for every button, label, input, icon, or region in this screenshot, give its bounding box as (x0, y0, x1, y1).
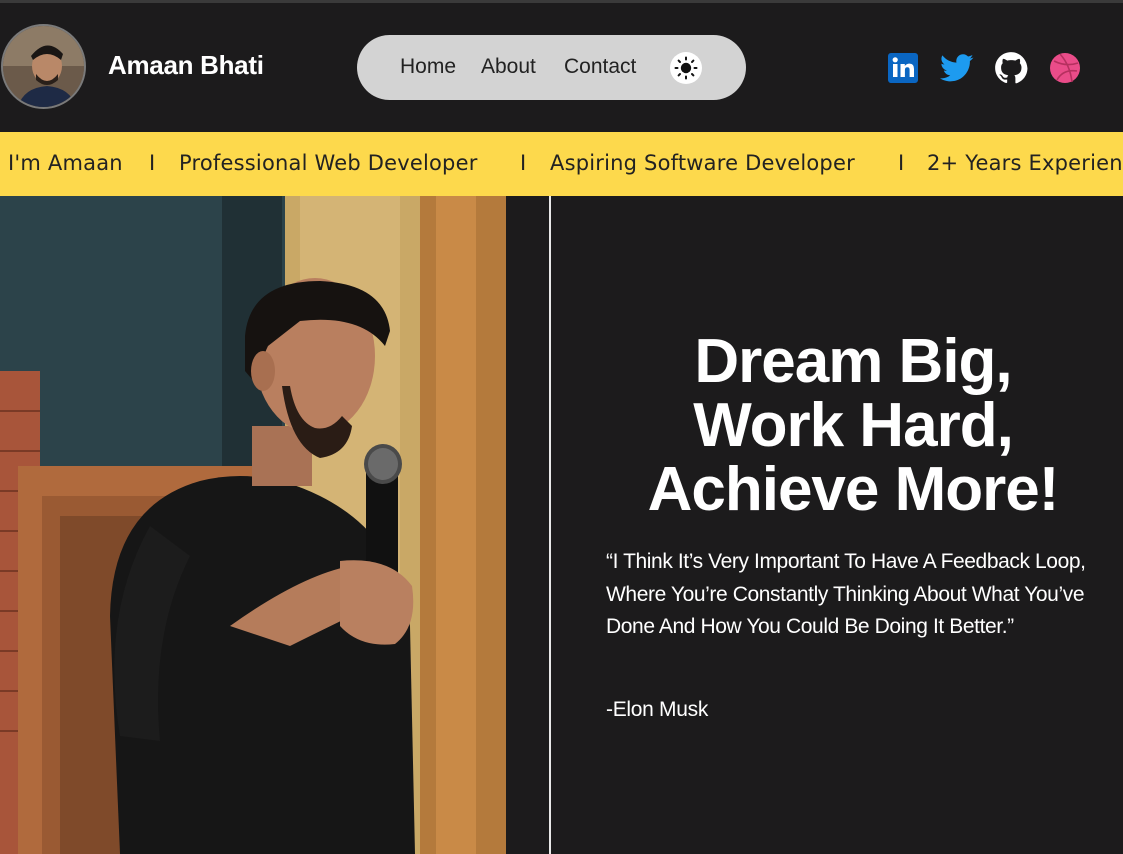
marquee-banner: I'm Amaan I Professional Web Developer I… (0, 132, 1123, 196)
github-icon (995, 52, 1028, 84)
hero-photo (0, 196, 506, 854)
quote-author: -Elon Musk (606, 698, 709, 721)
linkedin-link[interactable] (886, 51, 920, 85)
avatar-photo (3, 26, 84, 107)
marquee-separator: I (520, 151, 527, 175)
nav-bar: Home About Contact (357, 35, 746, 100)
dribbble-icon (1050, 53, 1080, 83)
nav-contact[interactable]: Contact (564, 55, 636, 79)
hero-quote: “I Think It’s Very Important To Have A F… (606, 550, 1086, 638)
marquee-item: 2+ Years Experien (927, 151, 1123, 175)
sun-icon (674, 56, 698, 80)
avatar[interactable] (1, 24, 86, 109)
marquee-separator: I (898, 151, 905, 175)
github-link[interactable] (994, 51, 1028, 85)
section-divider (549, 196, 551, 854)
marquee-item: Aspiring Software Developer (550, 151, 855, 175)
marquee-separator: I (149, 151, 156, 175)
site-name[interactable]: Amaan Bhati (108, 50, 264, 81)
twitter-icon (940, 54, 974, 82)
theme-toggle-button[interactable] (670, 52, 702, 84)
headline-line: Work Hard, (693, 391, 1014, 460)
hero-headline: Dream Big, Work Hard, Achieve More! (560, 330, 1123, 522)
nav-home[interactable]: Home (400, 55, 456, 79)
headline-line: Dream Big, (694, 327, 1012, 396)
site-header: Amaan Bhati Home About Contact (0, 3, 1123, 132)
linkedin-icon (888, 53, 918, 83)
dribbble-link[interactable] (1048, 51, 1082, 85)
marquee-item: Professional Web Developer (179, 151, 478, 175)
speaker-photo (0, 196, 506, 854)
twitter-link[interactable] (940, 51, 974, 85)
headline-line: Achieve More! (647, 455, 1060, 524)
nav-about[interactable]: About (481, 55, 536, 79)
marquee-item: I'm Amaan (8, 151, 123, 175)
